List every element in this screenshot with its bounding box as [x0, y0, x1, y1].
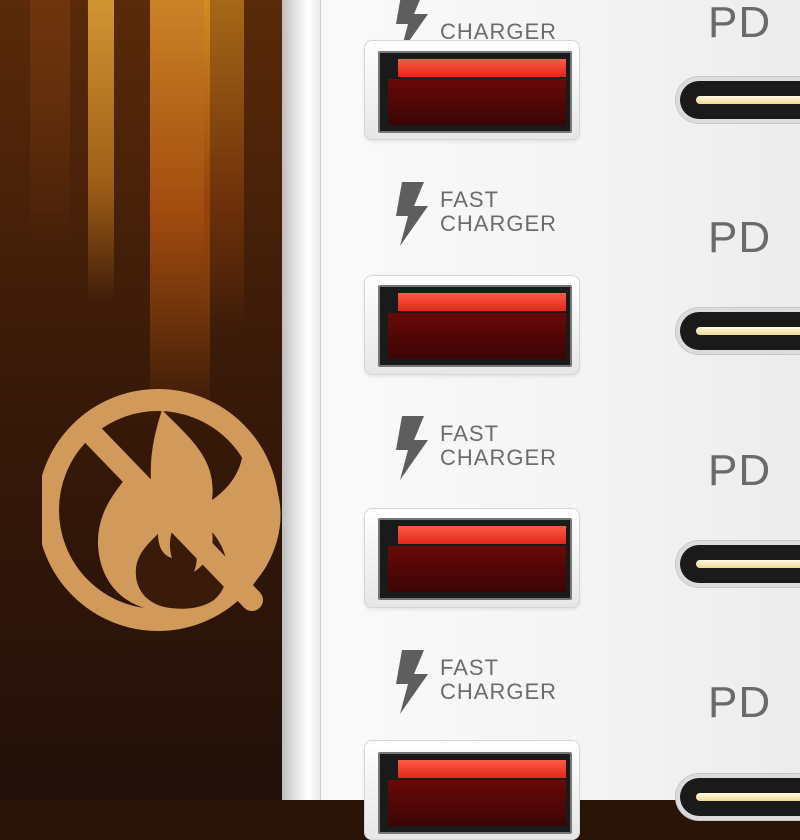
charger-text: CHARGER	[440, 679, 558, 704]
fast-charger-label: FAST CHARGER	[394, 650, 594, 720]
pd-label: PD	[708, 446, 772, 495]
lightning-bolt-icon	[396, 650, 428, 714]
charger-text: CHARGER	[440, 211, 558, 236]
fast-text: FAST	[440, 421, 500, 446]
lightning-bolt-icon	[396, 416, 428, 480]
lightning-bolt-icon	[396, 182, 428, 246]
port-row: FAST CHARGER PD	[0, 522, 800, 840]
port-row: FAST CHARGER PD	[0, 55, 800, 375]
usb-c-port	[680, 778, 800, 816]
port-row: CHARGER PD	[0, 0, 800, 140]
port-glow	[398, 760, 566, 778]
fast-charger-label: FAST CHARGER	[394, 182, 594, 252]
charger-text: CHARGER	[440, 445, 558, 470]
pd-label: PD	[708, 678, 772, 727]
fast-text: FAST	[440, 655, 500, 680]
fast-text: FAST	[440, 187, 500, 212]
pd-label: PD	[708, 213, 772, 262]
port-cavity	[388, 780, 566, 826]
pd-label: PD	[708, 0, 772, 47]
usb-a-port	[378, 752, 572, 834]
port-row: FAST CHARGER PD	[0, 288, 800, 608]
fast-charger-label: FAST CHARGER	[394, 416, 594, 486]
